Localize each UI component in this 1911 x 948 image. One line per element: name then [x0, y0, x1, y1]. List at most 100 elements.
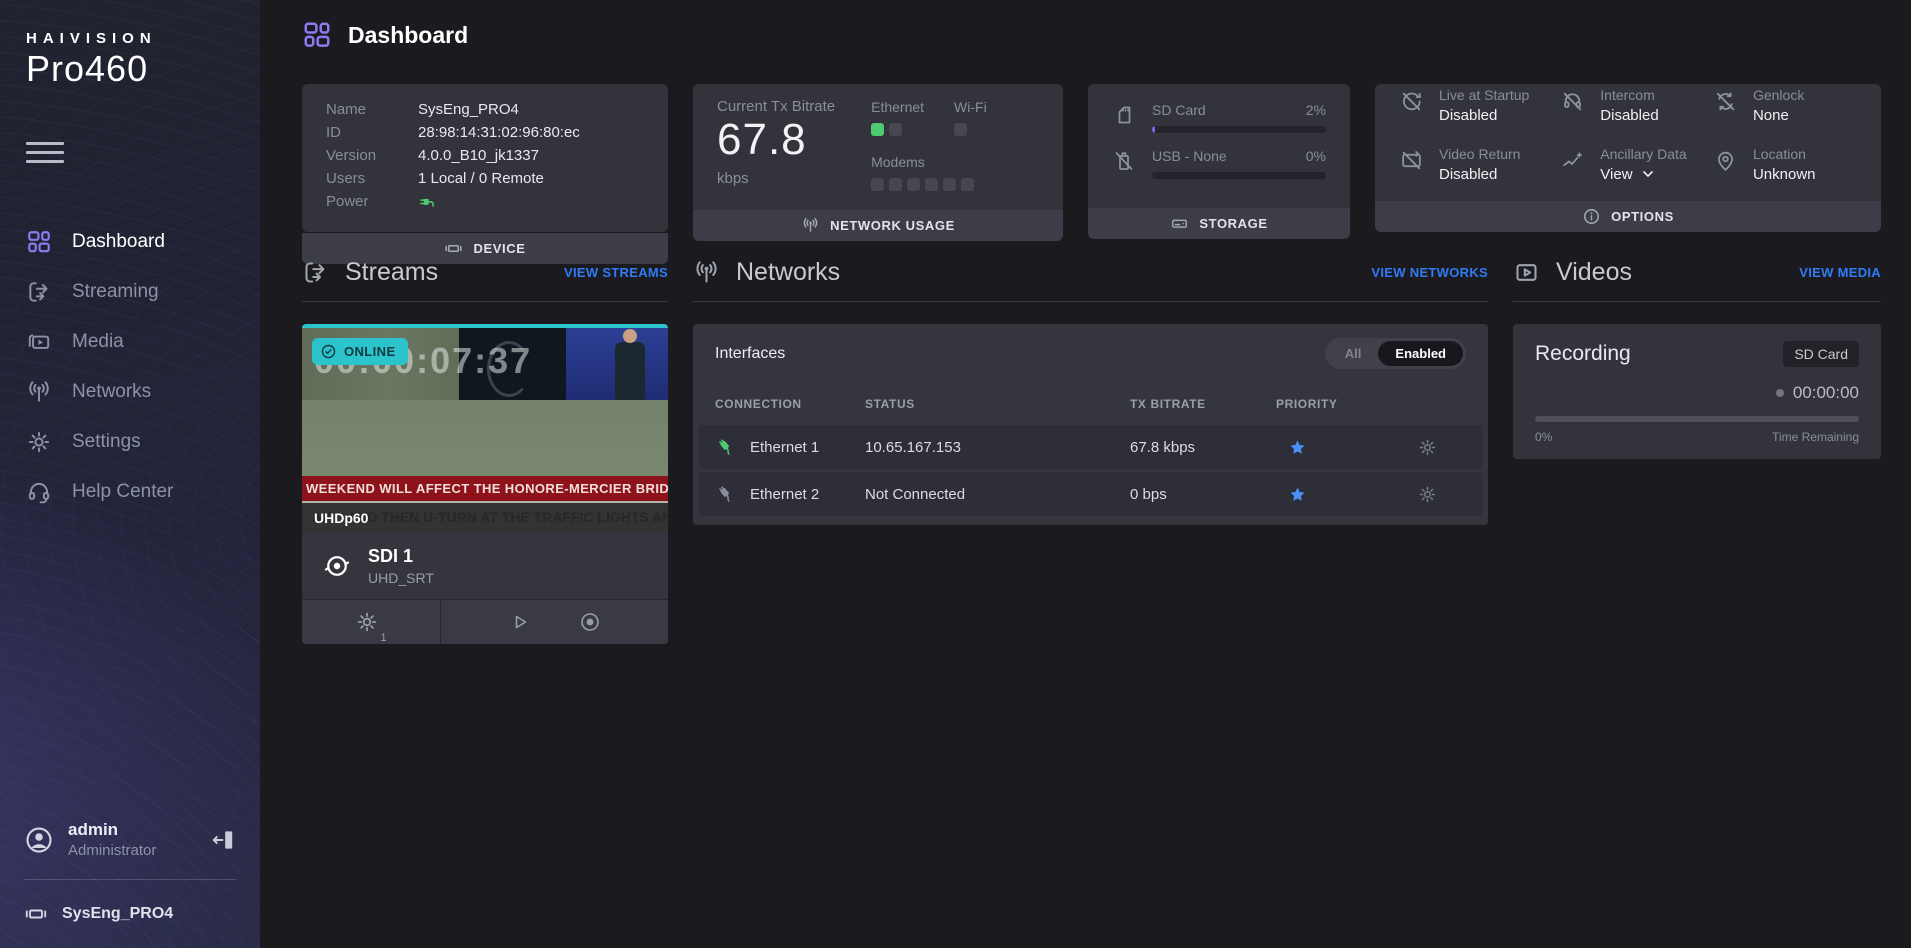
videos-title: Videos — [1556, 258, 1632, 287]
storage-footer-link[interactable]: STORAGE — [1088, 208, 1350, 239]
streaming-icon — [26, 279, 52, 305]
user-role: Administrator — [68, 842, 156, 859]
sidebar-item-networks[interactable]: Networks — [0, 367, 260, 417]
device-icon — [24, 902, 48, 926]
options-footer-label: OPTIONS — [1611, 209, 1674, 224]
antenna-icon — [801, 216, 820, 235]
news-anchor-silhouette — [615, 342, 645, 400]
column-header-priority: PRIORITY — [1276, 397, 1388, 411]
sdi-input-icon — [322, 551, 352, 581]
settings-gear-icon — [26, 429, 52, 455]
usb-percent: 0% — [1306, 148, 1326, 164]
connection-status: Not Connected — [865, 486, 1130, 503]
menu-toggle-button[interactable] — [26, 142, 64, 169]
option-value: Disabled — [1600, 107, 1658, 124]
interface-settings-icon[interactable] — [1417, 484, 1438, 505]
sidebar-item-media[interactable]: Media — [0, 317, 260, 367]
priority-star-icon[interactable] — [1276, 438, 1388, 457]
recording-progress-track — [1535, 416, 1859, 422]
video-return-disabled-icon — [1399, 146, 1424, 188]
priority-star-icon[interactable] — [1276, 485, 1388, 504]
play-stream-button[interactable] — [508, 610, 532, 634]
location-pin-icon — [1713, 146, 1738, 188]
record-stream-button[interactable] — [578, 610, 602, 634]
antenna-icon — [693, 259, 720, 286]
logout-icon[interactable] — [210, 827, 236, 853]
live-at-startup-disabled-icon — [1399, 87, 1424, 129]
sd-card-row: SD Card2% — [1112, 102, 1326, 133]
sidebar: HAIVISION Pro460 Dashboard Streaming — [0, 0, 260, 948]
sidebar-item-label: Streaming — [72, 281, 159, 303]
media-icon — [26, 329, 52, 355]
usb-row: USB - None0% — [1112, 148, 1326, 179]
sidebar-divider — [24, 879, 236, 880]
recording-elapsed-row: 00:00:00 — [1535, 383, 1859, 403]
storage-card: SD Card2% USB - None0% — [1088, 84, 1350, 232]
sidebar-item-label: Networks — [72, 381, 151, 403]
network-usage-body: Current Tx Bitrate 67.8 kbps Ethernet Wi… — [693, 84, 1063, 210]
info-icon — [1582, 207, 1601, 226]
usb-progress-track — [1152, 172, 1326, 179]
networks-header: Networks VIEW NETWORKS — [693, 258, 1488, 287]
storage-card-body: SD Card2% USB - None0% — [1088, 84, 1350, 208]
video-play-icon — [1513, 259, 1540, 286]
chevron-down-icon — [1641, 167, 1655, 181]
device-info-row: ID28:98:14:31:02:96:80:ec — [326, 121, 644, 144]
user-menu[interactable]: admin Administrator — [24, 820, 236, 859]
interface-settings-icon[interactable] — [1417, 437, 1438, 458]
view-media-link[interactable]: VIEW MEDIA — [1799, 265, 1881, 280]
interfaces-panel: Interfaces All Enabled CONNECTION STATUS… — [693, 324, 1488, 525]
device-card-footer-label: DEVICE — [473, 241, 525, 256]
connection-name: Ethernet 2 — [750, 486, 819, 503]
option-genlock: GenlockNone — [1713, 87, 1857, 129]
device-info-label: Version — [326, 144, 418, 167]
option-video-return: Video ReturnDisabled — [1399, 146, 1560, 188]
genlock-disabled-icon — [1713, 87, 1738, 129]
modem-status-square — [871, 178, 884, 191]
device-info-row: NameSysEng_PRO4 — [326, 98, 644, 121]
stream-encoder-config-button[interactable]: 1 — [302, 600, 441, 644]
network-usage-footer-link[interactable]: NETWORK USAGE — [693, 210, 1063, 241]
networks-title: Networks — [736, 258, 840, 287]
sidebar-item-help-center[interactable]: Help Center — [0, 467, 260, 517]
recording-time-remaining-label: Time Remaining — [1772, 430, 1859, 444]
modems-indicator-group: Modems — [871, 154, 987, 196]
power-plug-icon — [418, 190, 438, 219]
record-icon — [578, 610, 602, 634]
option-value: View — [1600, 166, 1632, 183]
view-streams-link[interactable]: VIEW STREAMS — [564, 265, 668, 280]
recording-target-badge: SD Card — [1783, 341, 1859, 367]
column-header-connection: CONNECTION — [715, 397, 865, 411]
sd-card-percent: 2% — [1306, 102, 1326, 118]
gear-icon — [355, 610, 379, 634]
device-card-body: NameSysEng_PRO4 ID28:98:14:31:02:96:80:e… — [302, 84, 668, 233]
sidebar-item-settings[interactable]: Settings — [0, 417, 260, 467]
device-info-row: Users1 Local / 0 Remote — [326, 167, 644, 190]
sidebar-item-streaming[interactable]: Streaming — [0, 267, 260, 317]
view-networks-link[interactable]: VIEW NETWORKS — [1371, 265, 1488, 280]
streams-section: Streams VIEW STREAMS 00:00:07:37 WEEKEND… — [302, 258, 668, 644]
main-content: Dashboard NameSysEng_PRO4 ID28:98:14:31:… — [260, 0, 1911, 948]
device-info-row: Version4.0.0_B10_jk1337 — [326, 144, 644, 167]
device-info-value: 28:98:14:31:02:96:80:ec — [418, 121, 580, 144]
network-usage-card: Current Tx Bitrate 67.8 kbps Ethernet Wi… — [693, 84, 1063, 232]
ancillary-data-dropdown[interactable]: View — [1600, 166, 1686, 183]
options-card: Live at StartupDisabled IntercomDisabled… — [1375, 84, 1881, 232]
device-power-row: Power — [326, 190, 644, 219]
column-header-tx-bitrate: TX BITRATE — [1130, 397, 1276, 411]
options-footer-link[interactable]: OPTIONS — [1375, 201, 1881, 232]
modem-status-square — [907, 178, 920, 191]
sidebar-item-label: Help Center — [72, 481, 173, 503]
option-label: Location — [1753, 146, 1816, 162]
streams-content: 00:00:07:37 WEEKEND WILL AFFECT THE HONO… — [302, 324, 668, 644]
device-info-label: Users — [326, 167, 418, 190]
filter-all-option[interactable]: All — [1328, 341, 1379, 366]
videos-content: Recording SD Card 00:00:00 0% Time R — [1513, 324, 1881, 459]
thumbnail-ticker: WEEKEND WILL AFFECT THE HONORE-MERCIER B… — [302, 476, 668, 501]
option-label: Live at Startup — [1439, 87, 1529, 103]
bitrate-block: Current Tx Bitrate 67.8 kbps — [717, 98, 835, 196]
table-row-ethernet-1: Ethernet 1 10.65.167.153 67.8 kbps — [699, 425, 1482, 469]
sidebar-item-dashboard[interactable]: Dashboard — [0, 217, 260, 267]
filter-enabled-option[interactable]: Enabled — [1378, 341, 1463, 366]
networks-section: Networks VIEW NETWORKS Interfaces All En… — [693, 258, 1488, 525]
